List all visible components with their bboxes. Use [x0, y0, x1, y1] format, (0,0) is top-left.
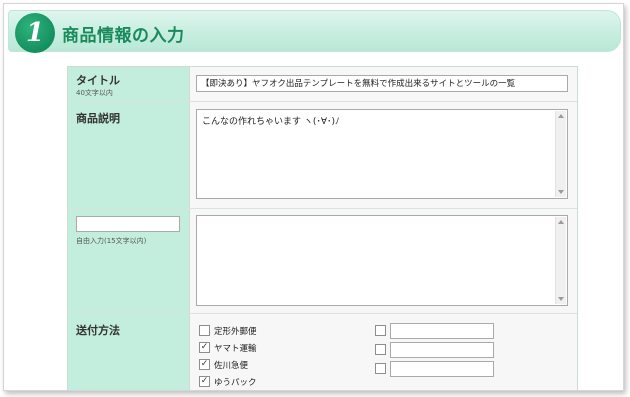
description-value-cell: こんなの作れちゃいます ヽ(･∀･)ﾉ [190, 102, 577, 208]
option-label: ゆうパック [214, 378, 257, 388]
check-mark-icon: ✓ [200, 359, 209, 369]
custom-label-char-limit: 自由入力(15文字以内) [76, 237, 147, 245]
scroll-up-icon[interactable] [558, 220, 564, 224]
custom-option-checkbox[interactable] [375, 344, 386, 355]
title-label: タイトル [76, 74, 120, 87]
shipping-value-cell: 定形外郵便 ✓ ヤマト運輸 ✓ 佐川急便 ✓ ゆうパック [190, 314, 577, 390]
custom-option-input[interactable] [390, 361, 494, 377]
option-label: 佐川急便 [214, 361, 249, 371]
custom-option-input[interactable] [390, 342, 494, 358]
custom-value-cell [190, 209, 577, 313]
section-header: 1 商品情報の入力 [8, 10, 621, 53]
description-label: 商品説明 [76, 112, 120, 125]
screenshot-frame: 1 商品情報の入力 タイトル 40文字以内 【即決あり】ヤフオク出品テンプレート… [3, 3, 624, 391]
description-scrollbar[interactable] [555, 111, 566, 197]
title-char-limit: 40文字以内 [76, 89, 113, 97]
scroll-down-icon[interactable] [558, 190, 564, 194]
custom-label-input[interactable] [76, 216, 180, 232]
description-label-cell: 商品説明 [68, 102, 190, 208]
checkbox-yamato[interactable]: ✓ [199, 342, 210, 353]
custom-option-input[interactable] [390, 323, 494, 339]
title-input[interactable]: 【即決あり】ヤフオク出品テンプレートを無料で作成出来るサイトとツールの一覧 [196, 75, 568, 92]
custom-option-checkbox[interactable] [375, 325, 386, 336]
product-info-form: タイトル 40文字以内 【即決あり】ヤフオク出品テンプレートを無料で作成出来るサ… [67, 66, 578, 390]
scroll-down-icon[interactable] [558, 297, 564, 301]
description-text: こんなの作れちゃいます ヽ(･∀･)ﾉ [202, 117, 340, 127]
checkbox-sagawa[interactable]: ✓ [199, 359, 210, 370]
custom-field-row: 自由入力(15文字以内) [68, 209, 577, 314]
shipping-row: 送付方法 定形外郵便 ✓ ヤマト運輸 ✓ 佐川急便 ✓ ゆうパック [68, 314, 577, 390]
title-row: タイトル 40文字以内 【即決あり】ヤフオク出品テンプレートを無料で作成出来るサ… [68, 67, 577, 102]
option-label: ヤマト運輸 [214, 344, 257, 354]
description-textarea[interactable]: こんなの作れちゃいます ヽ(･∀･)ﾉ [196, 109, 568, 199]
custom-option-checkbox[interactable] [375, 363, 386, 374]
scroll-up-icon[interactable] [558, 114, 564, 118]
option-label: 定形外郵便 [214, 327, 257, 337]
description-row: 商品説明 こんなの作れちゃいます ヽ(･∀･)ﾉ [68, 102, 577, 209]
shipping-label-cell: 送付方法 [68, 314, 190, 390]
title-value-cell: 【即決あり】ヤフオク出品テンプレートを無料で作成出来るサイトとツールの一覧 [190, 67, 577, 101]
custom-label-cell: 自由入力(15文字以内) [68, 209, 190, 313]
check-mark-icon: ✓ [200, 342, 209, 352]
step-number-badge: 1 [15, 13, 55, 53]
custom-textarea[interactable] [196, 215, 568, 306]
checkbox-teikeigai[interactable] [199, 325, 210, 336]
title-label-cell: タイトル 40文字以内 [68, 67, 190, 101]
shipping-label: 送付方法 [76, 324, 120, 337]
checkbox-yupack[interactable]: ✓ [199, 376, 210, 387]
check-mark-icon: ✓ [200, 376, 209, 386]
section-title: 商品情報の入力 [62, 26, 185, 46]
custom-scrollbar[interactable] [555, 217, 566, 304]
